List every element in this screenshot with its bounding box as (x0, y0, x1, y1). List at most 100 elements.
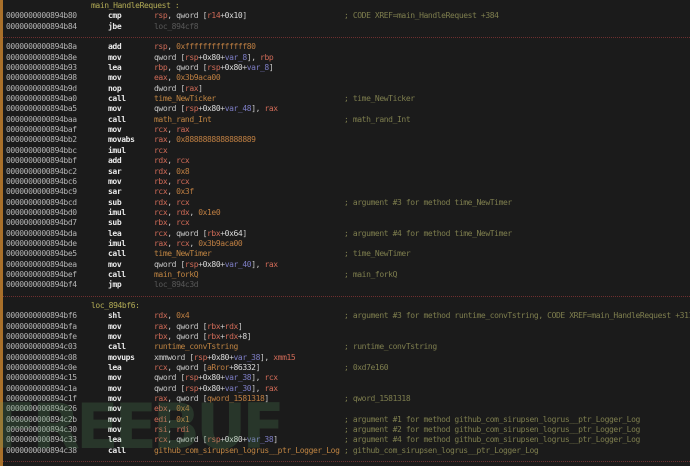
address[interactable]: 0000000000894bcd (3, 198, 108, 208)
disasm-line[interactable]: 0000000000894baacallmath_rand_Int; math_… (3, 115, 690, 125)
address[interactable]: 0000000000894c30 (3, 425, 108, 435)
disasm-line[interactable]: 0000000000894b8emovqword [rsp+0x80+var_8… (3, 53, 690, 63)
address[interactable]: 0000000000894bf4 (3, 280, 108, 290)
disasm-line[interactable]: 0000000000894bc6movrbx, rcx (3, 177, 690, 187)
address[interactable]: 0000000000894c33 (3, 435, 108, 445)
address[interactable]: 0000000000894baf (3, 125, 108, 135)
disasm-line[interactable]: 0000000000894bd0imulrcx, rdx, 0x1e0 (3, 208, 690, 218)
address[interactable]: 0000000000894bfe (3, 332, 108, 342)
disasm-line[interactable]: 0000000000894c03callruntime_convTstring;… (3, 342, 690, 352)
code-label[interactable]: loc_894bf6: (3, 301, 690, 311)
address[interactable]: 0000000000894c1a (3, 384, 108, 394)
function-ref-token[interactable]: time_NewTicker (154, 94, 216, 103)
disasm-line[interactable]: 0000000000894b93learbp, qword [rsp+0x80+… (3, 63, 690, 73)
variable-token[interactable]: var_38 (225, 373, 252, 382)
disasm-line[interactable]: 0000000000894c1fmovrax, qword [qword_158… (3, 394, 690, 404)
address[interactable]: 0000000000894c08 (3, 353, 108, 363)
disasm-line[interactable]: 0000000000894ba0calltime_NewTicker; time… (3, 94, 690, 104)
disasm-line[interactable]: 0000000000894befcallmain_forkQ; main_for… (3, 270, 690, 280)
disasm-line[interactable]: 0000000000894c33learcx, qword [rsp+0x80+… (3, 435, 690, 445)
variable-token[interactable]: var_38 (247, 435, 274, 444)
disasm-line[interactable]: 0000000000894ba5movqword [rsp+0x80+var_4… (3, 104, 690, 114)
disasm-line[interactable]: 0000000000894b9dnopdword [rax] (3, 84, 690, 94)
disasm-line[interactable]: 0000000000894bb2movabsrax, 0x88888888888… (3, 135, 690, 145)
disasm-line[interactable]: 0000000000894c30movrsi, rdi; argument #2… (3, 425, 690, 435)
variable-token[interactable]: var_38 (234, 353, 261, 362)
variable-token[interactable]: var_8 (247, 63, 269, 72)
disasm-line[interactable]: 0000000000894bbcimulrcx (3, 146, 690, 156)
code-label[interactable]: main_HandleRequest : (3, 1, 690, 11)
disasm-line[interactable]: 0000000000894bc9sarrcx, 0x3f (3, 187, 690, 197)
address[interactable]: 0000000000894ba5 (3, 104, 108, 114)
address[interactable]: 0000000000894bda (3, 229, 108, 239)
address[interactable]: 0000000000894b98 (3, 73, 108, 83)
address[interactable]: 0000000000894bd0 (3, 208, 108, 218)
address[interactable]: 0000000000894bbc (3, 146, 108, 156)
disasm-line[interactable]: 0000000000894c0elearcx, qword [aRror+863… (3, 363, 690, 373)
disasm-line[interactable]: 0000000000894bc2sarrdx, 0x8 (3, 167, 690, 177)
disasm-line[interactable]: 0000000000894b80cmprsp, qword [r14+0x10]… (3, 11, 690, 21)
address[interactable]: 0000000000894c15 (3, 373, 108, 383)
number-token: 0x80 (211, 353, 229, 362)
address[interactable]: 0000000000894b84 (3, 22, 108, 32)
address[interactable]: 0000000000894bb2 (3, 135, 108, 145)
disasm-line[interactable]: 0000000000894c26movebx, 0x4 (3, 404, 690, 414)
address[interactable]: 0000000000894b8e (3, 53, 108, 63)
address[interactable]: 0000000000894c26 (3, 404, 108, 414)
address[interactable]: 0000000000894baa (3, 115, 108, 125)
disasm-line[interactable]: 0000000000894b8aaddrsp, 0xffffffffffffff… (3, 42, 690, 52)
address[interactable]: 0000000000894c0e (3, 363, 108, 373)
variable-token[interactable]: var_30 (225, 384, 252, 393)
variable-token[interactable]: var_40 (225, 260, 252, 269)
variable-token[interactable]: var_48 (225, 104, 252, 113)
disasm-line[interactable]: 0000000000894bbfaddrdx, rcx (3, 156, 690, 166)
address[interactable]: 0000000000894be5 (3, 249, 108, 259)
location-ref-token[interactable]: loc_894c3d (154, 280, 198, 289)
variable-token[interactable]: var_8 (225, 53, 247, 62)
disasm-line[interactable]: 0000000000894c15movqword [rsp+0x80+var_3… (3, 373, 690, 383)
function-ref-token[interactable]: main_forkQ (154, 270, 198, 279)
disasm-line[interactable]: 0000000000894c38callgithub_com_sirupsen_… (3, 446, 690, 456)
address[interactable]: 0000000000894b93 (3, 63, 108, 73)
disassembly-listing[interactable]: main_HandleRequest :0000000000894b80cmpr… (3, 1, 690, 466)
address[interactable]: 0000000000894bbf (3, 156, 108, 166)
address[interactable]: 0000000000894c03 (3, 342, 108, 352)
disasm-line[interactable]: 0000000000894bf6shlrdx, 0x4; argument #3… (3, 311, 690, 321)
address[interactable]: 0000000000894bef (3, 270, 108, 280)
address[interactable]: 0000000000894b80 (3, 11, 108, 21)
address[interactable]: 0000000000894b8a (3, 42, 108, 52)
function-ref-token[interactable]: math_rand_Int (154, 115, 211, 124)
location-ref-token[interactable]: loc_894cf8 (154, 22, 198, 31)
disasm-line[interactable]: 0000000000894bfamovrax, qword [rbx+rdx] (3, 322, 690, 332)
address[interactable]: 0000000000894c38 (3, 446, 108, 456)
function-ref-token[interactable]: github_com_sirupsen_logrus__ptr_Logger_L… (154, 446, 340, 455)
disasm-line[interactable]: 0000000000894b84jbeloc_894cf8 (3, 22, 690, 32)
address[interactable]: 0000000000894bc9 (3, 187, 108, 197)
address[interactable]: 0000000000894bfa (3, 322, 108, 332)
address[interactable]: 0000000000894ba0 (3, 94, 108, 104)
disasm-line[interactable]: 0000000000894bfemovrbx, qword [rbx+rdx+8… (3, 332, 690, 342)
disasm-line[interactable]: 0000000000894be5calltime_NewTimer; time_… (3, 249, 690, 259)
disasm-line[interactable]: 0000000000894bdalearcx, qword [rbx+0x64]… (3, 229, 690, 239)
address[interactable]: 0000000000894bc2 (3, 167, 108, 177)
disasm-line[interactable]: 0000000000894bd7subrbx, rcx (3, 218, 690, 228)
disasm-line[interactable]: 0000000000894b98moveax, 0x3b9aca00 (3, 73, 690, 83)
disasm-line[interactable]: 0000000000894bf4jmploc_894c3d (3, 280, 690, 290)
disasm-line[interactable]: 0000000000894bafmovrcx, rax (3, 125, 690, 135)
address[interactable]: 0000000000894bd7 (3, 218, 108, 228)
disasm-line[interactable]: 0000000000894beamovqword [rsp+0x80+var_4… (3, 260, 690, 270)
address[interactable]: 0000000000894bde (3, 239, 108, 249)
disasm-line[interactable]: 0000000000894bcdsubrdx, rcx; argument #3… (3, 198, 690, 208)
function-ref-token[interactable]: time_NewTimer (154, 249, 211, 258)
disasm-line[interactable]: 0000000000894c1amovqword [rsp+0x80+var_3… (3, 384, 690, 394)
address[interactable]: 0000000000894bea (3, 260, 108, 270)
address[interactable]: 0000000000894bf6 (3, 311, 108, 321)
disasm-line[interactable]: 0000000000894c08movupsxmmword [rsp+0x80+… (3, 353, 690, 363)
address[interactable]: 0000000000894c1f (3, 394, 108, 404)
address[interactable]: 0000000000894b9d (3, 84, 108, 94)
address[interactable]: 0000000000894c2b (3, 415, 108, 425)
address[interactable]: 0000000000894bc6 (3, 177, 108, 187)
disasm-line[interactable]: 0000000000894bdeimulrax, rcx, 0x3b9aca00 (3, 239, 690, 249)
disasm-line[interactable]: 0000000000894c2bmovedi, 0x1; argument #1… (3, 415, 690, 425)
function-ref-token[interactable]: runtime_convTstring (154, 342, 238, 351)
